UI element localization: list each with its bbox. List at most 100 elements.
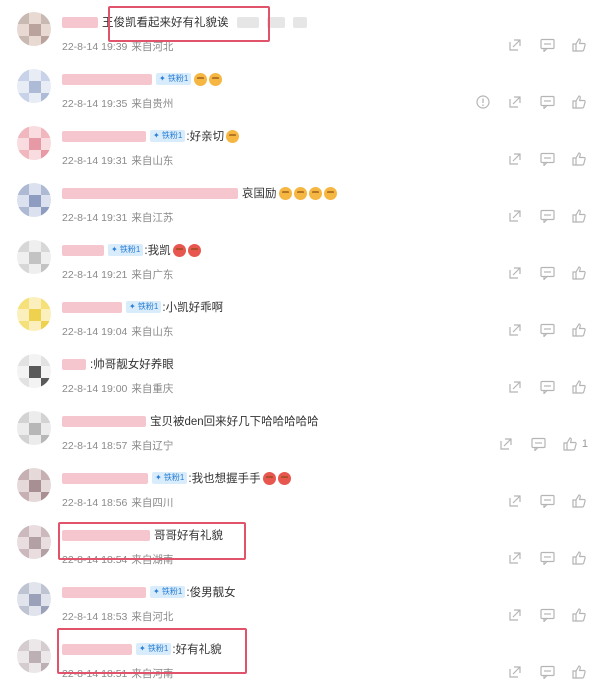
username-redacted[interactable] — [62, 301, 122, 313]
avatar[interactable] — [17, 126, 51, 160]
share-icon[interactable] — [508, 95, 524, 109]
comment-time: 22-8-14 19:39 — [62, 41, 128, 53]
like-icon[interactable] — [563, 437, 579, 451]
share-icon[interactable] — [508, 665, 524, 679]
like-icon[interactable] — [572, 152, 588, 166]
comment-icon[interactable] — [540, 38, 556, 52]
comment-text: :我也想握手手 — [188, 473, 261, 485]
avatar[interactable] — [17, 411, 51, 445]
avatar[interactable] — [17, 582, 51, 616]
username-redacted[interactable] — [62, 16, 98, 28]
like-icon[interactable] — [572, 665, 588, 679]
comment-location: 来自江苏 — [131, 212, 174, 224]
emoji-icon — [293, 186, 307, 200]
comment-location: 来自河北 — [131, 41, 174, 53]
report-icon[interactable] — [476, 95, 492, 109]
comment-list: 王俊凯看起来好有礼貌诶 22-8-14 19:39 来自河北 ✦ 铁粉1 22-8-14… — [0, 0, 600, 680]
like-icon[interactable] — [572, 266, 588, 280]
avatar[interactable] — [17, 468, 51, 502]
comment-icon[interactable] — [540, 209, 556, 223]
like-icon[interactable] — [572, 209, 588, 223]
emoji-icon — [194, 72, 208, 86]
share-icon[interactable] — [508, 38, 524, 52]
comment-icon[interactable] — [540, 152, 556, 166]
avatar[interactable] — [17, 183, 51, 217]
emoji-icon — [308, 186, 322, 200]
comment-icon[interactable] — [540, 266, 556, 280]
like-icon[interactable] — [572, 551, 588, 565]
comment-meta: 22-8-14 19:31 来自山东 — [62, 153, 173, 168]
comment-row: ✦ 铁粉1:好亲切 22-8-14 19:31 来自山东 — [0, 120, 600, 177]
comment-actions — [492, 494, 588, 508]
comment-actions — [492, 266, 588, 280]
emoji-icon — [323, 186, 337, 200]
comment-icon[interactable] — [540, 494, 556, 508]
heart-eyes-emoji-icon — [262, 471, 276, 485]
comment-time: 22-8-14 18:56 — [62, 497, 128, 509]
username-redacted[interactable] — [62, 187, 238, 199]
share-icon[interactable] — [508, 494, 524, 508]
username-redacted[interactable] — [62, 130, 146, 142]
like-icon[interactable] — [572, 323, 588, 337]
username-redacted[interactable] — [62, 586, 146, 598]
like-icon[interactable] — [572, 494, 588, 508]
comment-text: :好亲切 — [186, 131, 225, 143]
share-icon[interactable] — [508, 266, 524, 280]
like-icon[interactable] — [572, 608, 588, 622]
share-icon[interactable] — [499, 437, 515, 451]
comment-actions — [492, 209, 588, 223]
avatar[interactable] — [17, 297, 51, 331]
comment-icon[interactable] — [540, 608, 556, 622]
share-icon[interactable] — [508, 608, 524, 622]
comment-row: ✦ 铁粉1:我也想握手手 22-8-14 18:56 来自四川 — [0, 462, 600, 519]
avatar[interactable] — [17, 240, 51, 274]
comment-time: 22-8-14 18:53 — [62, 611, 128, 623]
fan-badge: ✦ 铁粉1 — [108, 244, 144, 256]
fan-badge: ✦ 铁粉1 — [150, 130, 186, 142]
avatar[interactable] — [17, 12, 51, 46]
comment-location: 来自广东 — [131, 269, 174, 281]
comment-icon[interactable] — [540, 551, 556, 565]
fan-badge: ✦ 铁粉1 — [126, 301, 162, 313]
username-redacted[interactable] — [62, 415, 146, 427]
avatar[interactable] — [17, 525, 51, 559]
avatar[interactable] — [17, 69, 51, 103]
heart-eyes-emoji-icon — [172, 243, 186, 257]
share-icon[interactable] — [508, 380, 524, 394]
comment-actions — [492, 551, 588, 565]
share-icon[interactable] — [508, 551, 524, 565]
comment-icon[interactable] — [540, 665, 556, 679]
username-redacted[interactable] — [62, 472, 148, 484]
comment-time: 22-8-14 19:21 — [62, 269, 128, 281]
username-redacted[interactable] — [62, 244, 104, 256]
comment-time: 22-8-14 19:35 — [62, 98, 128, 110]
comment-line: ✦ 铁粉1:我凯 — [62, 241, 201, 259]
username-redacted[interactable] — [62, 73, 152, 85]
comment-icon[interactable] — [540, 380, 556, 394]
comment-row: ✦ 铁粉1:小凯好乖啊 22-8-14 19:04 来自山东 — [0, 291, 600, 348]
comment-time: 22-8-14 19:31 — [62, 212, 128, 224]
like-icon[interactable] — [572, 95, 588, 109]
heart-eyes-emoji-icon — [187, 243, 201, 257]
comment-actions — [492, 608, 588, 622]
comment-line: 宝贝被den回来好几下哈哈哈哈哈 — [62, 412, 319, 430]
share-icon[interactable] — [508, 152, 524, 166]
avatar[interactable] — [17, 354, 51, 388]
comment-icon[interactable] — [540, 95, 556, 109]
comment-location: 来自山东 — [131, 326, 174, 338]
share-icon[interactable] — [508, 209, 524, 223]
comment-icon[interactable] — [531, 437, 547, 451]
like-icon[interactable] — [572, 380, 588, 394]
highlight-box — [57, 628, 247, 674]
like-icon[interactable] — [572, 38, 588, 52]
avatar[interactable] — [17, 639, 51, 673]
comment-row: ✦ 铁粉1:我凯 22-8-14 19:21 来自广东 — [0, 234, 600, 291]
comment-actions — [460, 95, 588, 109]
comment-text: :俊男靓女 — [186, 587, 236, 599]
comment-text: 宝贝被den回来好几下哈哈哈哈哈 — [150, 416, 319, 428]
comment-actions — [492, 38, 588, 52]
username-redacted[interactable] — [62, 358, 86, 370]
comment-icon[interactable] — [540, 323, 556, 337]
share-icon[interactable] — [508, 323, 524, 337]
comment-row: 宝贝被den回来好几下哈哈哈哈哈 22-8-14 18:57 来自辽宁 1 — [0, 405, 600, 462]
